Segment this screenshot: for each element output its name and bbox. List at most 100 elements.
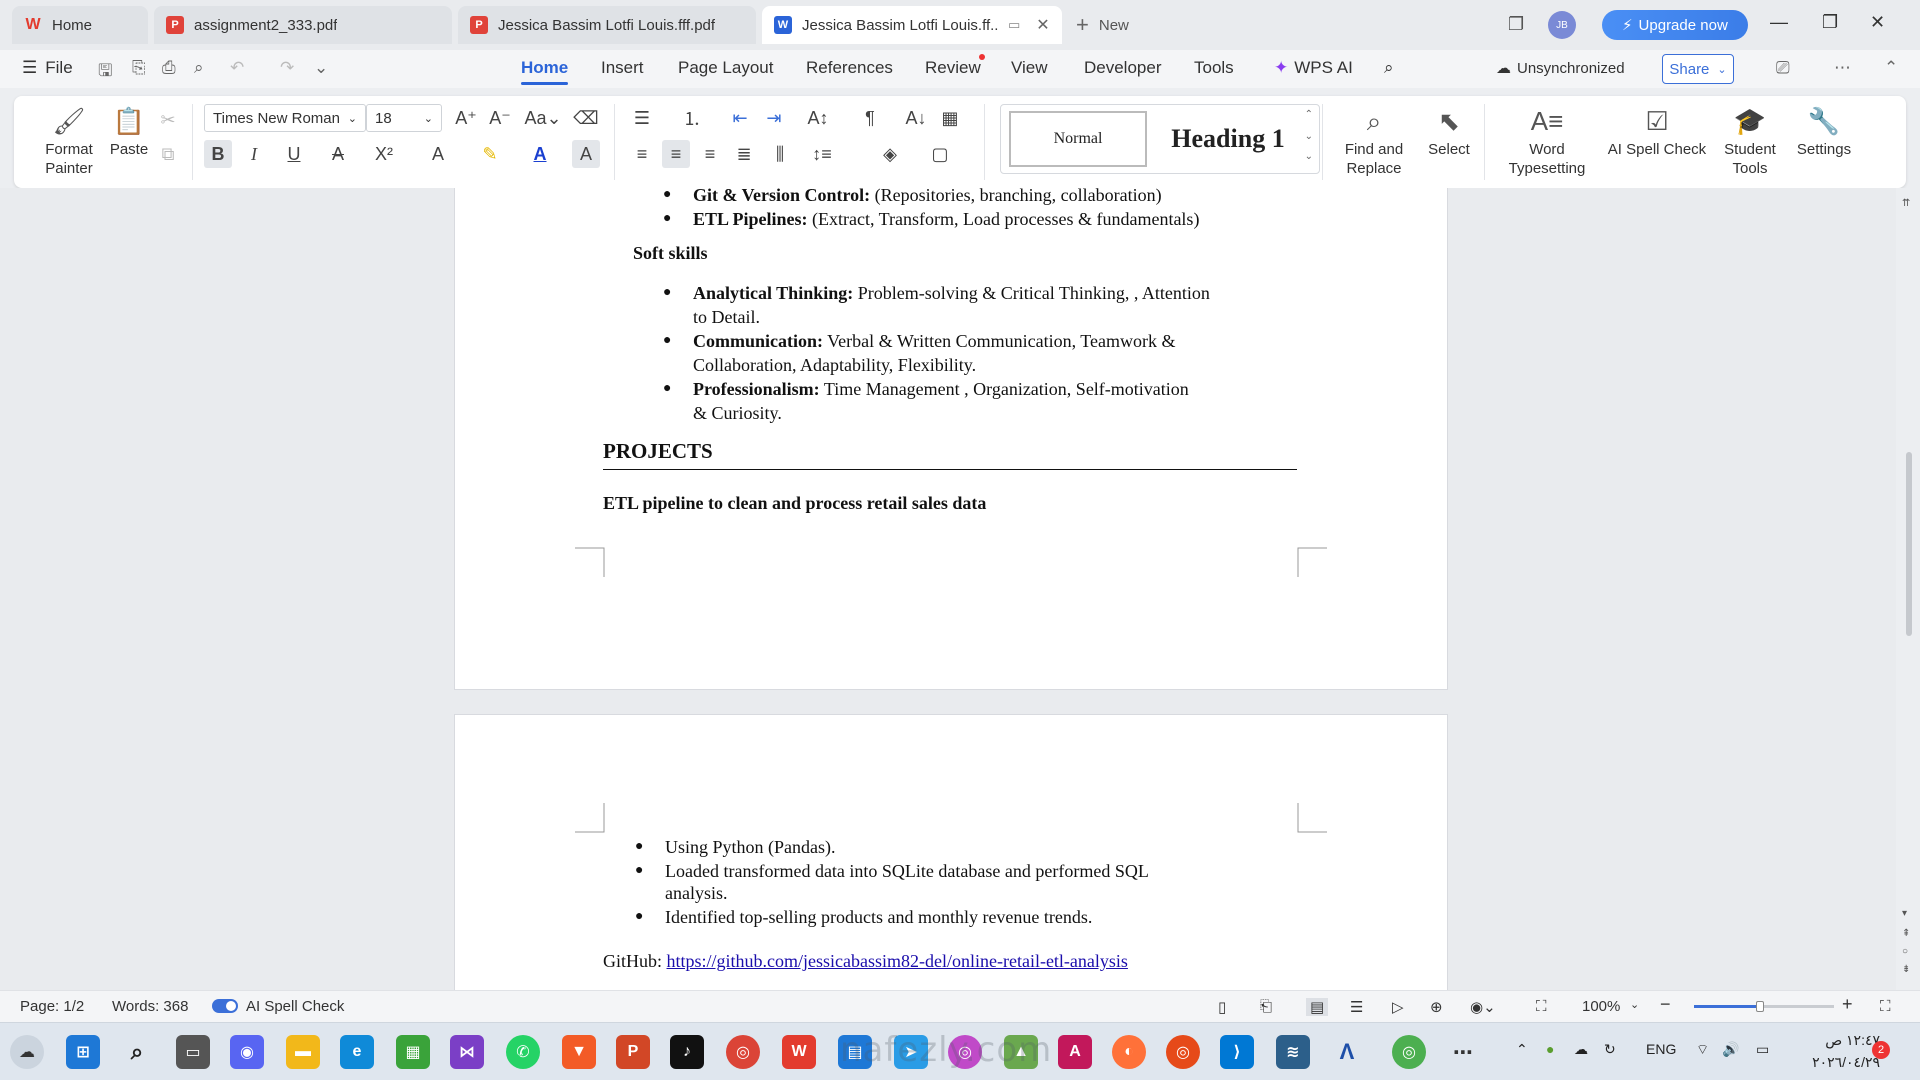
scroll-thumb[interactable]: [1906, 452, 1912, 636]
tab-view[interactable]: View: [1011, 58, 1048, 78]
tab-review[interactable]: Review: [925, 58, 981, 78]
format-painter-button[interactable]: 🖌 Format Painter: [34, 106, 104, 178]
whatsapp-icon[interactable]: ✆: [506, 1035, 540, 1069]
fit-page-icon[interactable]: ⛶: [1536, 998, 1547, 1015]
char-shading-icon[interactable]: A: [572, 140, 600, 168]
chrome-canary-icon[interactable]: ◎: [1166, 1035, 1200, 1069]
zoom-slider-handle[interactable]: [1756, 1001, 1764, 1012]
bullets-icon[interactable]: ☰: [628, 104, 656, 132]
file-menu[interactable]: ☰ File: [22, 58, 73, 78]
play-icon[interactable]: ▷: [1392, 998, 1404, 1016]
redo-icon[interactable]: ↷: [280, 58, 294, 78]
scroll-down-icon[interactable]: ▾: [1902, 908, 1907, 919]
tab-developer[interactable]: Developer: [1084, 58, 1162, 78]
tab-doc-jessica[interactable]: W Jessica Bassim Lotfi Louis.ff... ▭ ✕: [762, 6, 1062, 44]
print-preview-icon[interactable]: ⌕: [194, 58, 204, 78]
increase-indent-icon[interactable]: ⇥: [760, 104, 788, 132]
borders-icon[interactable]: ▢: [926, 140, 954, 168]
font-size-select[interactable]: 18 ⌄: [366, 104, 442, 132]
window-list-icon[interactable]: ❐: [1508, 14, 1524, 35]
restore-icon[interactable]: ❐: [1822, 12, 1868, 33]
align-center-icon[interactable]: ≡: [662, 140, 690, 168]
close-tab-icon[interactable]: ✕: [1036, 15, 1049, 35]
decrease-indent-icon[interactable]: ⇤: [726, 104, 754, 132]
shrink-font-icon[interactable]: A⁻: [486, 104, 514, 132]
underline-icon[interactable]: U: [280, 140, 308, 168]
search-icon[interactable]: ⌕: [120, 1035, 154, 1069]
collapse-ribbon-icon[interactable]: ⌃: [1884, 58, 1898, 78]
tab-references[interactable]: References: [806, 58, 893, 78]
battery-icon[interactable]: ▭: [1756, 1041, 1769, 1058]
sort-icon[interactable]: A↓: [902, 104, 930, 132]
minimize-icon[interactable]: —: [1770, 12, 1816, 33]
next-page-icon[interactable]: ⇟: [1902, 964, 1910, 975]
tab-home-ribbon[interactable]: Home: [521, 58, 569, 85]
brave-icon[interactable]: ▼: [562, 1035, 596, 1069]
tray-app-icon[interactable]: ●: [1546, 1041, 1554, 1057]
new-tab-button[interactable]: + New: [1076, 12, 1129, 38]
table-icon[interactable]: ▦: [936, 104, 964, 132]
vertical-scrollbar[interactable]: ⇈ ▾ ⇞ ○ ⇟: [1896, 188, 1920, 990]
volume-icon[interactable]: 🔊: [1722, 1041, 1739, 1058]
windows-start-icon[interactable]: ⊞: [66, 1035, 100, 1069]
font-name-select[interactable]: Times New Roman ⌄: [204, 104, 366, 132]
document-page-1[interactable]: ● Git & Version Control: (Repositories, …: [454, 188, 1448, 690]
scroll-down-icon[interactable]: ⌄: [1305, 131, 1313, 142]
save-icon[interactable]: 🖫: [98, 58, 112, 87]
read-mode-icon[interactable]: ⎗: [1260, 998, 1272, 1015]
word-count[interactable]: Words: 368: [112, 998, 188, 1015]
prev-page-icon[interactable]: ⇞: [1902, 928, 1910, 939]
superscript-icon[interactable]: X²: [370, 140, 398, 168]
student-tools-button[interactable]: 🎓 Student Tools: [1718, 106, 1782, 178]
store-icon[interactable]: ▦: [396, 1035, 430, 1069]
edge-icon[interactable]: e: [340, 1035, 374, 1069]
close-window-icon[interactable]: ✕: [1870, 12, 1916, 33]
chrome-user-icon[interactable]: ◎: [1392, 1035, 1426, 1069]
undo-icon[interactable]: ↶: [230, 58, 244, 78]
numbering-icon[interactable]: ⒈: [678, 104, 706, 132]
copy-icon[interactable]: ⧉: [154, 140, 182, 168]
eye-protection-icon[interactable]: ◉⌄: [1470, 998, 1496, 1016]
export-pdf-icon[interactable]: ⎘: [132, 58, 146, 78]
text-effect-icon[interactable]: A: [424, 140, 452, 168]
italic-icon[interactable]: I: [240, 140, 268, 168]
document-page-2[interactable]: ● Using Python (Pandas). ● Loaded transf…: [454, 714, 1448, 990]
select-button[interactable]: ⬉ Select: [1418, 106, 1480, 159]
clear-format-icon[interactable]: ⌫: [572, 104, 600, 132]
powerpoint-icon[interactable]: P: [616, 1035, 650, 1069]
align-right-icon[interactable]: ≡: [696, 140, 724, 168]
notification-badge[interactable]: 2: [1872, 1041, 1890, 1059]
avatar[interactable]: JB: [1548, 11, 1576, 39]
tab-pdf-jessica[interactable]: P Jessica Bassim Lotfi Louis.fff.pdf: [458, 6, 756, 44]
github-link[interactable]: https://github.com/jessicabassim82-del/o…: [667, 951, 1128, 971]
chevron-down-icon[interactable]: ⌄: [314, 58, 328, 78]
page-indicator[interactable]: Page: 1/2: [20, 998, 84, 1015]
cut-icon[interactable]: ✂: [154, 106, 182, 134]
chrome-icon[interactable]: ◎: [726, 1035, 760, 1069]
print-icon[interactable]: ⎙: [162, 58, 176, 78]
highlight-icon[interactable]: ✎: [476, 140, 504, 168]
align-left-icon[interactable]: ≡: [628, 140, 656, 168]
paste-button[interactable]: 📋 Paste: [98, 106, 160, 159]
clock[interactable]: ١٢:٤٧ ص ٢٠٢٦/٠٤/٢٩: [1796, 1029, 1880, 1073]
zoom-out-icon[interactable]: −: [1660, 994, 1671, 1015]
distribute-icon[interactable]: ⫼: [766, 140, 794, 168]
tiktok-icon[interactable]: ♪: [670, 1035, 704, 1069]
strikethrough-icon[interactable]: A: [324, 140, 352, 168]
meet-icon[interactable]: ◉: [230, 1035, 264, 1069]
zoom-in-icon[interactable]: +: [1842, 994, 1853, 1015]
upgrade-button[interactable]: ⚡ Upgrade now: [1602, 10, 1748, 40]
arduino-icon[interactable]: Λ: [1330, 1035, 1364, 1069]
scroll-top-icon[interactable]: ⇈: [1902, 198, 1910, 209]
line-spacing-icon[interactable]: ↕≡: [808, 140, 836, 168]
file-explorer-icon[interactable]: ▬: [286, 1035, 320, 1069]
scroll-up-icon[interactable]: ⌃: [1305, 109, 1313, 120]
wps-ai-button[interactable]: ✦ WPS AI: [1274, 58, 1353, 78]
chevron-down-icon[interactable]: ⌄: [1630, 998, 1639, 1011]
doc-icon[interactable]: ▯: [1218, 998, 1226, 1016]
expand-styles-icon[interactable]: ⌄: [1305, 151, 1313, 162]
search-icon[interactable]: ⌕: [1384, 58, 1394, 78]
zoom-slider[interactable]: [1694, 1001, 1834, 1012]
weather-icon[interactable]: ☁: [10, 1035, 44, 1069]
firefox-icon[interactable]: ◐: [1112, 1035, 1146, 1069]
